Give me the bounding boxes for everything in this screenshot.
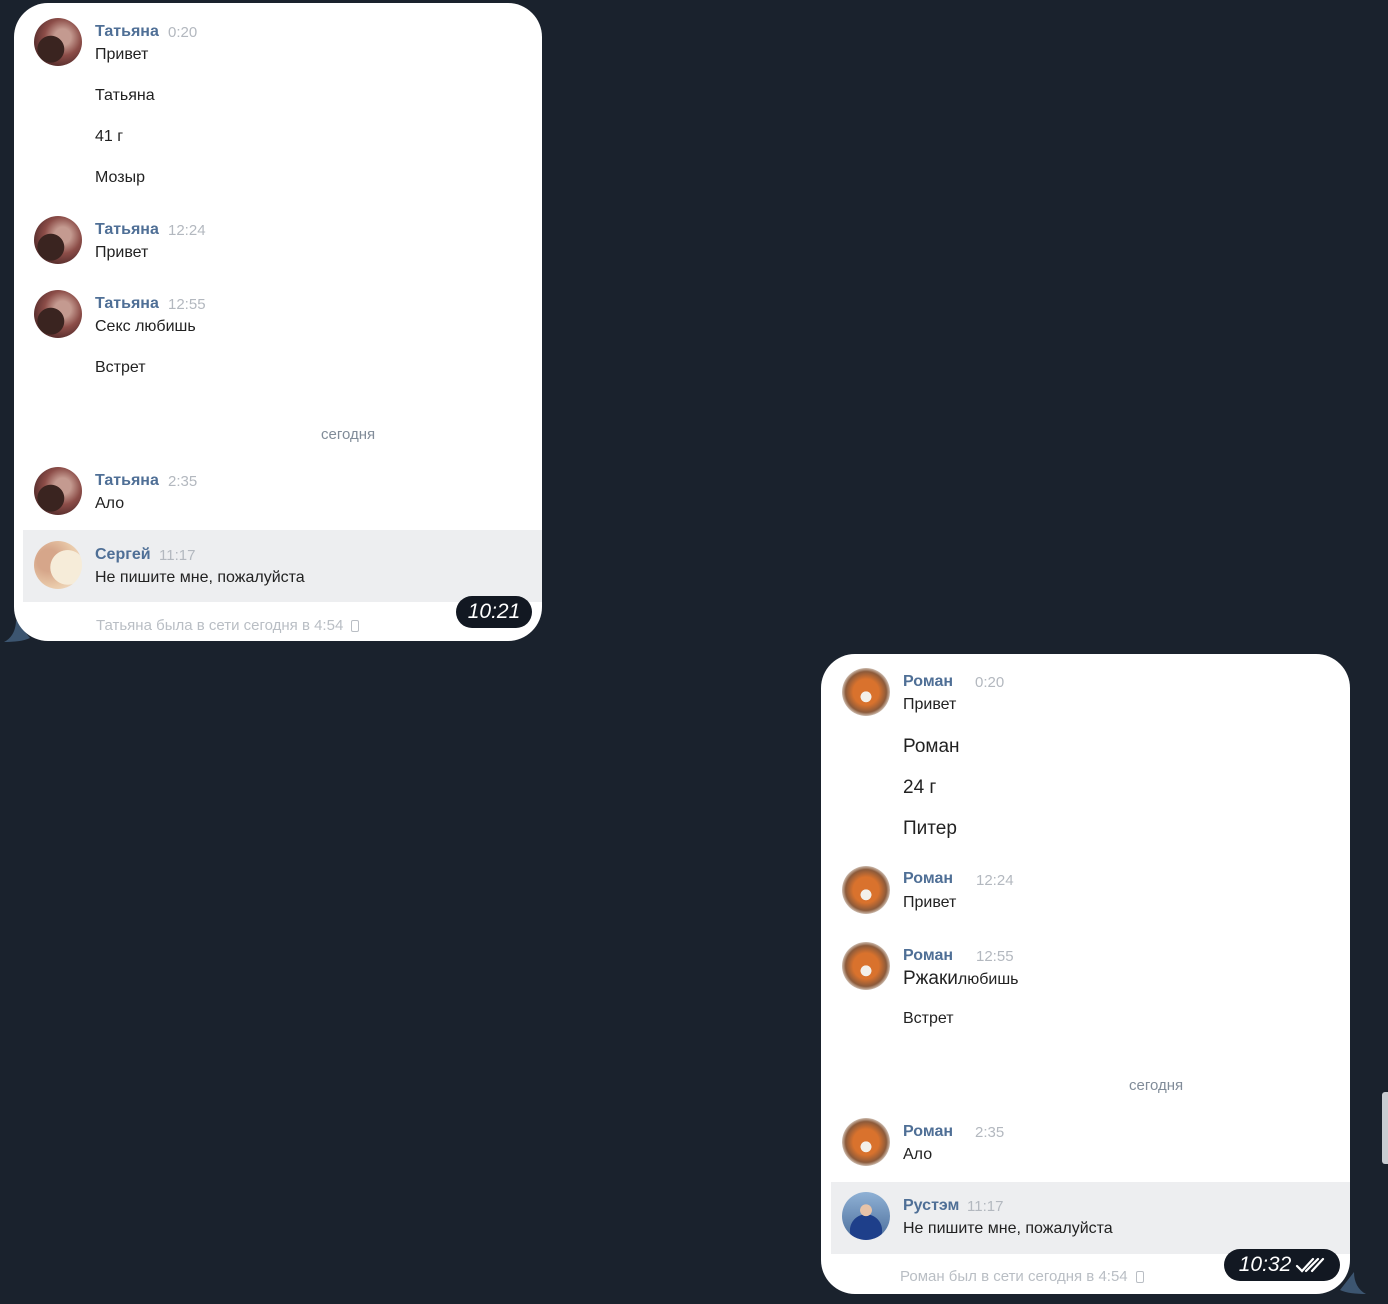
message-text: Привет bbox=[903, 894, 957, 911]
avatar[interactable] bbox=[34, 18, 82, 66]
message-text: Питер bbox=[903, 818, 957, 839]
highlighted-message[interactable] bbox=[831, 1182, 1350, 1254]
avatar[interactable] bbox=[842, 668, 890, 716]
message-word: Ржаки bbox=[903, 968, 958, 989]
avatar[interactable] bbox=[842, 942, 890, 990]
message-time: 2:35 bbox=[975, 1124, 1005, 1141]
online-status: Татьяна была в сети сегодня в 4:54 bbox=[96, 617, 360, 634]
message-time: 11:17 bbox=[159, 547, 196, 564]
message-word: любишь bbox=[957, 971, 1019, 988]
avatar[interactable] bbox=[34, 541, 82, 589]
sender-name[interactable]: Роман bbox=[903, 947, 953, 965]
sender-name[interactable]: Роман bbox=[903, 870, 953, 888]
sender-name[interactable]: Роман bbox=[903, 673, 953, 691]
message-text: 41 г bbox=[95, 128, 124, 145]
message-text: Встрет bbox=[95, 359, 146, 376]
online-status: Роман был в сети сегодня в 4:54 bbox=[900, 1268, 1144, 1285]
clock-time: 10:21 bbox=[456, 596, 532, 628]
message-text: 24 г bbox=[903, 777, 937, 798]
avatar[interactable] bbox=[842, 1118, 890, 1166]
sender-name[interactable]: Роман bbox=[903, 1123, 953, 1141]
message-time: 2:35 bbox=[168, 473, 198, 490]
avatar[interactable] bbox=[34, 290, 82, 338]
online-status-text: Роман был в сети сегодня в 4:54 bbox=[900, 1268, 1128, 1285]
message-time: 0:20 bbox=[975, 674, 1005, 691]
date-divider: сегодня bbox=[321, 426, 376, 443]
message-text: Привет bbox=[903, 696, 957, 713]
message-text: Не пишите мне, пожалуйста bbox=[903, 1220, 1113, 1237]
chat-screenshot-left: Татьяна 0:20 Привет Татьяна 41 г Мозыр Т… bbox=[14, 3, 542, 641]
sender-name[interactable]: Сергей bbox=[95, 546, 151, 564]
sender-name[interactable]: Татьяна bbox=[95, 472, 159, 490]
sender-name[interactable]: Рустэм bbox=[903, 1197, 959, 1215]
message-text: Татьяна bbox=[95, 87, 155, 104]
clock-time: 10:32 bbox=[1224, 1249, 1340, 1281]
phone-icon bbox=[1135, 1271, 1144, 1283]
message-time: 12:24 bbox=[976, 872, 1014, 889]
chat-screenshot-right: Роман 0:20 Привет Роман 24 г Питер Роман… bbox=[821, 654, 1350, 1294]
scrollbar[interactable] bbox=[1382, 1092, 1388, 1164]
online-status-text: Татьяна была в сети сегодня в 4:54 bbox=[96, 617, 344, 634]
message-time: 12:24 bbox=[168, 222, 206, 239]
sender-name[interactable]: Татьяна bbox=[95, 295, 159, 313]
message-time: 12:55 bbox=[976, 948, 1014, 965]
message-text: Ало bbox=[95, 495, 125, 512]
avatar[interactable] bbox=[34, 467, 82, 515]
avatar[interactable] bbox=[34, 216, 82, 264]
highlighted-message[interactable] bbox=[23, 530, 542, 602]
avatar[interactable] bbox=[842, 866, 890, 914]
double-check-icon bbox=[1296, 1258, 1325, 1274]
message-text: Не пишите мне, пожалуйста bbox=[95, 569, 305, 586]
clock-time-text: 10:32 bbox=[1238, 1253, 1292, 1276]
message-text: Ржакилюбишь bbox=[903, 968, 1019, 990]
message-text: Мозыр bbox=[95, 169, 145, 186]
sender-name[interactable]: Татьяна bbox=[95, 221, 159, 239]
sender-name[interactable]: Татьяна bbox=[95, 23, 159, 41]
message-text: Ало bbox=[903, 1146, 933, 1163]
message-text: Встрет bbox=[903, 1010, 954, 1027]
message-time: 12:55 bbox=[168, 296, 206, 313]
message-text: Привет bbox=[95, 46, 149, 63]
date-divider: сегодня bbox=[1129, 1077, 1184, 1094]
phone-icon bbox=[351, 620, 360, 632]
message-time: 11:17 bbox=[967, 1198, 1004, 1215]
avatar[interactable] bbox=[842, 1192, 890, 1240]
message-text: Роман bbox=[903, 736, 960, 757]
message-text: Секс любишь bbox=[95, 318, 196, 335]
message-time: 0:20 bbox=[168, 24, 198, 41]
message-text: Привет bbox=[95, 244, 149, 261]
